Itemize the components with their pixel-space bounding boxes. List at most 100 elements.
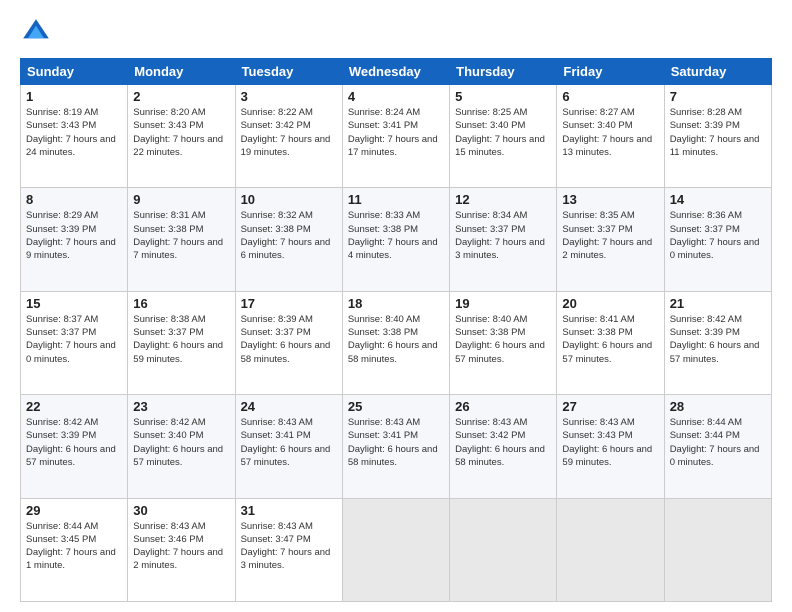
day-info: Sunrise: 8:37 AMSunset: 3:37 PMDaylight:…	[26, 313, 122, 366]
day-number: 16	[133, 296, 229, 311]
day-info: Sunrise: 8:34 AMSunset: 3:37 PMDaylight:…	[455, 209, 551, 262]
calendar-day-cell: 25Sunrise: 8:43 AMSunset: 3:41 PMDayligh…	[342, 395, 449, 498]
day-info: Sunrise: 8:44 AMSunset: 3:45 PMDaylight:…	[26, 520, 122, 573]
calendar-day-cell: 21 Sunrise: 8:42 AMSunset: 3:39 PMDayligh…	[664, 291, 771, 394]
calendar-day-cell	[450, 498, 557, 601]
day-number: 20	[562, 296, 658, 311]
calendar-day-cell: 17 Sunrise: 8:39 AMSunset: 3:37 PMDayligh…	[235, 291, 342, 394]
calendar-day-cell: 13 Sunrise: 8:35 AMSunset: 3:37 PMDayligh…	[557, 188, 664, 291]
day-number: 18	[348, 296, 444, 311]
day-number: 21	[670, 296, 766, 311]
calendar-day-cell: 20 Sunrise: 8:41 AMSunset: 3:38 PMDayligh…	[557, 291, 664, 394]
calendar-day-cell: 11 Sunrise: 8:33 AMSunset: 3:38 PMDayligh…	[342, 188, 449, 291]
day-info: Sunrise: 8:42 AMSunset: 3:39 PMDaylight:…	[26, 416, 122, 469]
day-info: Sunrise: 8:41 AMSunset: 3:38 PMDaylight:…	[562, 313, 658, 366]
day-info: Sunrise: 8:40 AMSunset: 3:38 PMDaylight:…	[348, 313, 444, 366]
day-number: 26	[455, 399, 551, 414]
day-number: 15	[26, 296, 122, 311]
calendar-day-cell: 23Sunrise: 8:42 AMSunset: 3:40 PMDayligh…	[128, 395, 235, 498]
day-number: 1	[26, 89, 122, 104]
calendar-day-cell: 4 Sunrise: 8:24 AMSunset: 3:41 PMDaylight…	[342, 85, 449, 188]
day-number: 10	[241, 192, 337, 207]
calendar-day-header: Tuesday	[235, 59, 342, 85]
day-info: Sunrise: 8:31 AMSunset: 3:38 PMDaylight:…	[133, 209, 229, 262]
logo	[20, 16, 56, 48]
day-number: 6	[562, 89, 658, 104]
day-number: 17	[241, 296, 337, 311]
calendar-day-cell: 5Sunrise: 8:25 AMSunset: 3:40 PMDaylight…	[450, 85, 557, 188]
day-info: Sunrise: 8:44 AMSunset: 3:44 PMDaylight:…	[670, 416, 766, 469]
day-info: Sunrise: 8:42 AMSunset: 3:40 PMDaylight:…	[133, 416, 229, 469]
calendar-day-cell: 18 Sunrise: 8:40 AMSunset: 3:38 PMDayligh…	[342, 291, 449, 394]
day-number: 7	[670, 89, 766, 104]
calendar-day-header: Sunday	[21, 59, 128, 85]
calendar-header-row: SundayMondayTuesdayWednesdayThursdayFrid…	[21, 59, 772, 85]
day-number: 12	[455, 192, 551, 207]
calendar-day-cell: 6 Sunrise: 8:27 AMSunset: 3:40 PMDaylight…	[557, 85, 664, 188]
day-info: Sunrise: 8:29 AMSunset: 3:39 PMDaylight:…	[26, 209, 122, 262]
day-info: Sunrise: 8:19 AMSunset: 3:43 PMDaylight:…	[26, 106, 122, 159]
calendar-week-row: 8Sunrise: 8:29 AMSunset: 3:39 PMDaylight…	[21, 188, 772, 291]
day-info: Sunrise: 8:35 AMSunset: 3:37 PMDaylight:…	[562, 209, 658, 262]
day-number: 2	[133, 89, 229, 104]
calendar-day-cell: 3 Sunrise: 8:22 AMSunset: 3:42 PMDaylight…	[235, 85, 342, 188]
calendar-day-header: Monday	[128, 59, 235, 85]
day-number: 3	[241, 89, 337, 104]
day-number: 28	[670, 399, 766, 414]
day-info: Sunrise: 8:24 AMSunset: 3:41 PMDaylight:…	[348, 106, 444, 159]
day-number: 25	[348, 399, 444, 414]
day-info: Sunrise: 8:28 AMSunset: 3:39 PMDaylight:…	[670, 106, 766, 159]
calendar-day-cell: 16Sunrise: 8:38 AMSunset: 3:37 PMDayligh…	[128, 291, 235, 394]
calendar-day-cell: 15 Sunrise: 8:37 AMSunset: 3:37 PMDayligh…	[21, 291, 128, 394]
calendar-day-cell: 26 Sunrise: 8:43 AMSunset: 3:42 PMDayligh…	[450, 395, 557, 498]
day-info: Sunrise: 8:22 AMSunset: 3:42 PMDaylight:…	[241, 106, 337, 159]
calendar-day-cell: 30Sunrise: 8:43 AMSunset: 3:46 PMDayligh…	[128, 498, 235, 601]
calendar-day-cell: 24Sunrise: 8:43 AMSunset: 3:41 PMDayligh…	[235, 395, 342, 498]
day-number: 13	[562, 192, 658, 207]
calendar-day-header: Wednesday	[342, 59, 449, 85]
calendar-day-cell: 7 Sunrise: 8:28 AMSunset: 3:39 PMDaylight…	[664, 85, 771, 188]
day-info: Sunrise: 8:43 AMSunset: 3:42 PMDaylight:…	[455, 416, 551, 469]
calendar-week-row: 22 Sunrise: 8:42 AMSunset: 3:39 PMDayligh…	[21, 395, 772, 498]
calendar-day-cell: 27 Sunrise: 8:43 AMSunset: 3:43 PMDayligh…	[557, 395, 664, 498]
day-info: Sunrise: 8:43 AMSunset: 3:43 PMDaylight:…	[562, 416, 658, 469]
calendar-day-cell: 29 Sunrise: 8:44 AMSunset: 3:45 PMDayligh…	[21, 498, 128, 601]
calendar-day-cell: 14 Sunrise: 8:36 AMSunset: 3:37 PMDayligh…	[664, 188, 771, 291]
calendar-day-header: Saturday	[664, 59, 771, 85]
day-number: 14	[670, 192, 766, 207]
day-number: 9	[133, 192, 229, 207]
logo-icon	[20, 16, 52, 48]
calendar-day-cell	[557, 498, 664, 601]
day-info: Sunrise: 8:43 AMSunset: 3:47 PMDaylight:…	[241, 520, 337, 573]
day-info: Sunrise: 8:42 AMSunset: 3:39 PMDaylight:…	[670, 313, 766, 366]
day-number: 4	[348, 89, 444, 104]
calendar-day-cell: 28 Sunrise: 8:44 AMSunset: 3:44 PMDayligh…	[664, 395, 771, 498]
day-number: 24	[241, 399, 337, 414]
day-info: Sunrise: 8:40 AMSunset: 3:38 PMDaylight:…	[455, 313, 551, 366]
day-number: 29	[26, 503, 122, 518]
day-number: 11	[348, 192, 444, 207]
page: SundayMondayTuesdayWednesdayThursdayFrid…	[0, 0, 792, 612]
day-info: Sunrise: 8:20 AMSunset: 3:43 PMDaylight:…	[133, 106, 229, 159]
calendar-week-row: 1 Sunrise: 8:19 AMSunset: 3:43 PMDaylight…	[21, 85, 772, 188]
day-info: Sunrise: 8:27 AMSunset: 3:40 PMDaylight:…	[562, 106, 658, 159]
day-number: 31	[241, 503, 337, 518]
day-info: Sunrise: 8:33 AMSunset: 3:38 PMDaylight:…	[348, 209, 444, 262]
calendar-day-cell: 9 Sunrise: 8:31 AMSunset: 3:38 PMDaylight…	[128, 188, 235, 291]
day-info: Sunrise: 8:25 AMSunset: 3:40 PMDaylight:…	[455, 106, 551, 159]
day-info: Sunrise: 8:39 AMSunset: 3:37 PMDaylight:…	[241, 313, 337, 366]
calendar-day-cell	[342, 498, 449, 601]
day-info: Sunrise: 8:36 AMSunset: 3:37 PMDaylight:…	[670, 209, 766, 262]
calendar-day-header: Friday	[557, 59, 664, 85]
calendar-table: SundayMondayTuesdayWednesdayThursdayFrid…	[20, 58, 772, 602]
calendar-week-row: 29 Sunrise: 8:44 AMSunset: 3:45 PMDayligh…	[21, 498, 772, 601]
day-number: 22	[26, 399, 122, 414]
calendar-day-cell: 12 Sunrise: 8:34 AMSunset: 3:37 PMDayligh…	[450, 188, 557, 291]
calendar-day-header: Thursday	[450, 59, 557, 85]
calendar-day-cell: 31 Sunrise: 8:43 AMSunset: 3:47 PMDayligh…	[235, 498, 342, 601]
day-info: Sunrise: 8:32 AMSunset: 3:38 PMDaylight:…	[241, 209, 337, 262]
day-number: 27	[562, 399, 658, 414]
day-number: 30	[133, 503, 229, 518]
header	[20, 16, 772, 48]
calendar-day-cell: 19Sunrise: 8:40 AMSunset: 3:38 PMDayligh…	[450, 291, 557, 394]
